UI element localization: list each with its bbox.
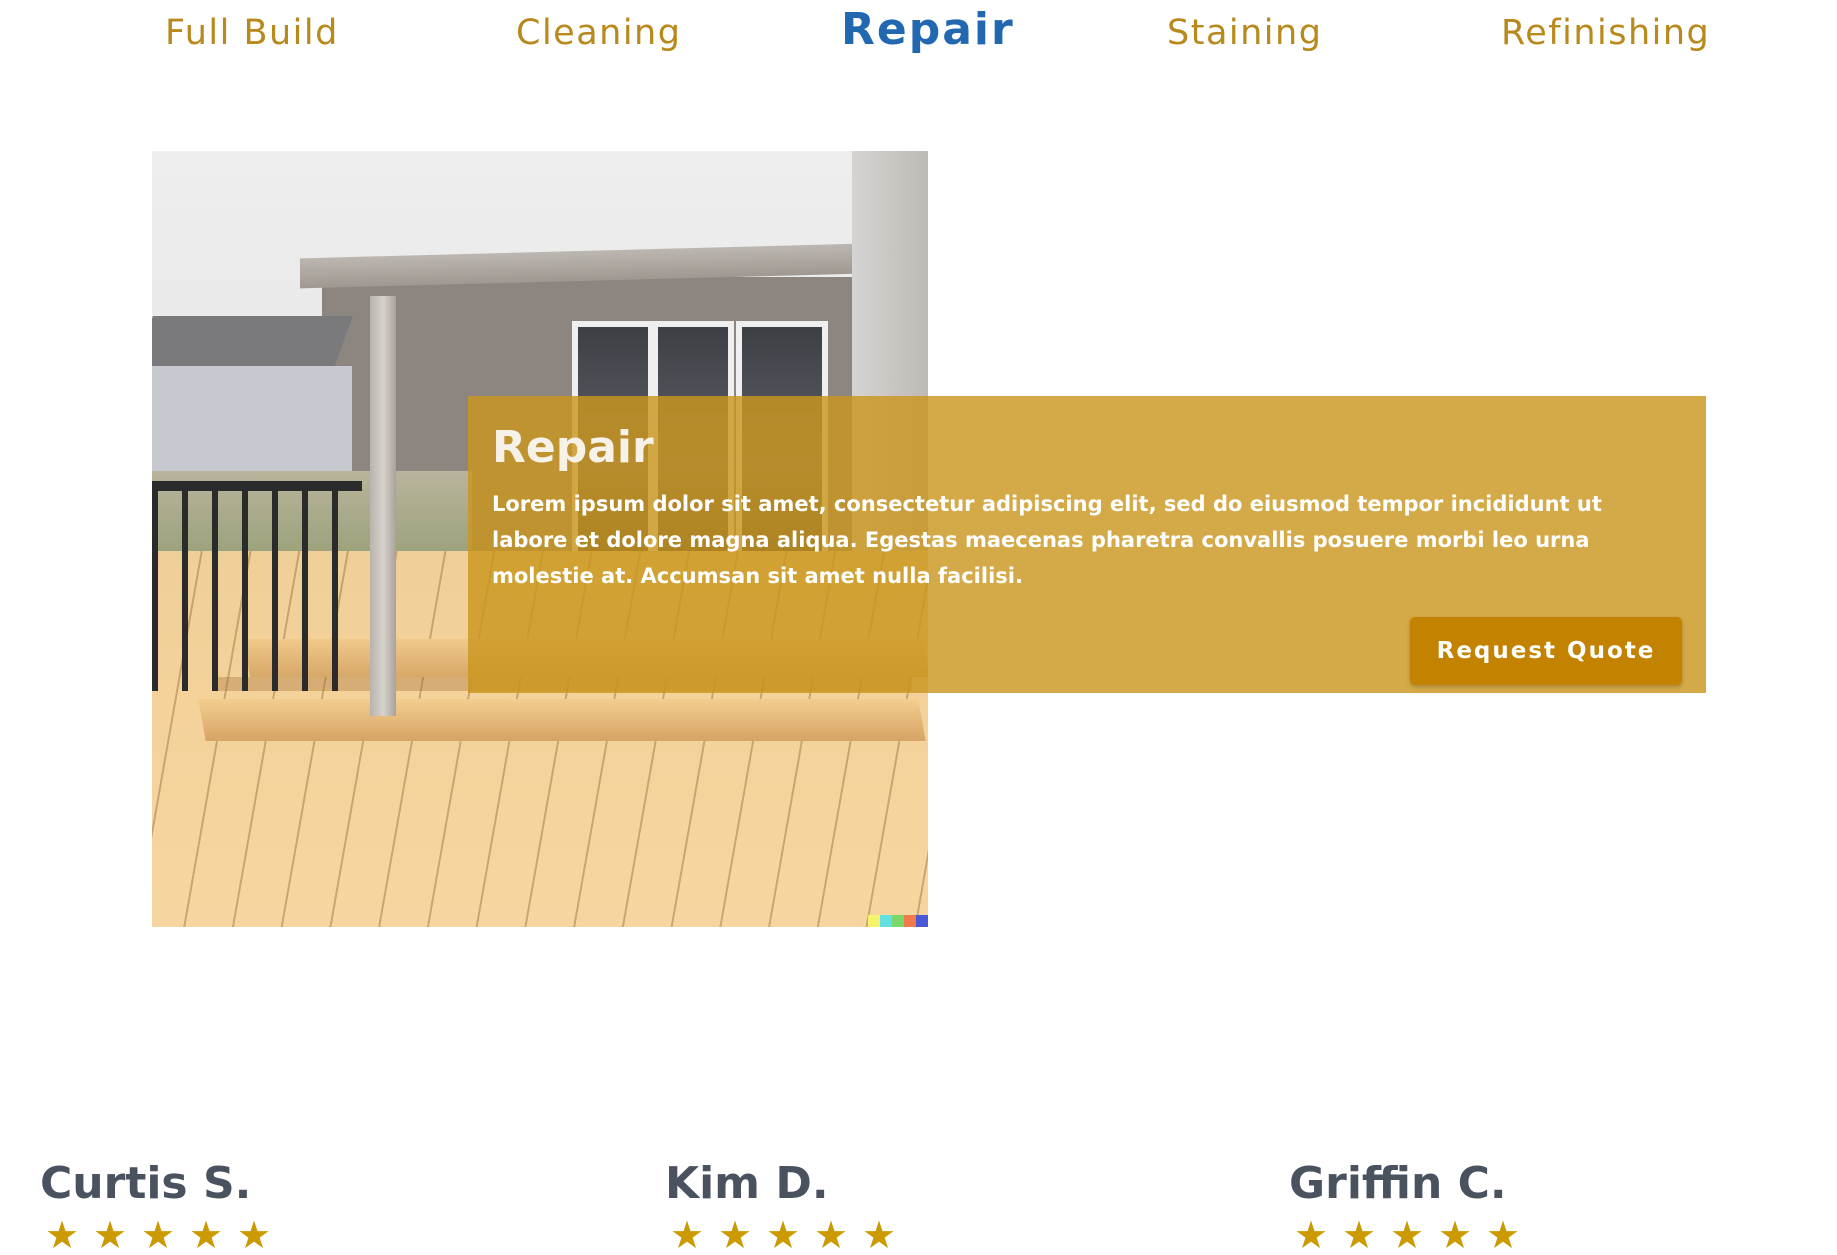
- tab-cleaning[interactable]: Cleaning: [516, 10, 681, 56]
- reviewer-name: Griffin C.: [1289, 1158, 1507, 1209]
- star-icon: ★: [861, 1215, 897, 1255]
- photo-neighbor-house: [152, 366, 352, 486]
- star-icon: ★: [236, 1215, 272, 1255]
- feature-title: Repair: [492, 422, 654, 473]
- star-icon: ★: [1485, 1215, 1521, 1255]
- tab-staining[interactable]: Staining: [1167, 10, 1322, 56]
- star-icon: ★: [717, 1215, 753, 1255]
- star-rating: ★ ★ ★ ★ ★: [665, 1215, 905, 1255]
- star-icon: ★: [1389, 1215, 1425, 1255]
- service-feature-card: Repair Lorem ipsum dolor sit amet, conse…: [468, 396, 1706, 693]
- review-card: Griffin C. ★ ★ ★ ★ ★: [1289, 1155, 1529, 1255]
- request-quote-button[interactable]: Request Quote: [1410, 617, 1682, 685]
- star-icon: ★: [1293, 1215, 1329, 1255]
- feature-description: Lorem ipsum dolor sit amet, consectetur …: [492, 492, 1602, 588]
- photo-railing: [152, 481, 362, 691]
- star-icon: ★: [140, 1215, 176, 1255]
- reviewer-name: Curtis S.: [40, 1158, 252, 1209]
- tab-full-build[interactable]: Full Build: [165, 10, 339, 56]
- service-tabs: Full Build Cleaning Repair Staining Refi…: [0, 0, 1837, 70]
- star-icon: ★: [765, 1215, 801, 1255]
- star-rating: ★ ★ ★ ★ ★: [1289, 1215, 1529, 1255]
- star-icon: ★: [188, 1215, 224, 1255]
- tab-refinishing[interactable]: Refinishing: [1501, 10, 1710, 56]
- star-icon: ★: [1341, 1215, 1377, 1255]
- review-card: Curtis S. ★ ★ ★ ★ ★: [40, 1155, 280, 1255]
- reviewer-name: Kim D.: [665, 1158, 829, 1209]
- photo-porch-post: [370, 296, 396, 716]
- tab-repair[interactable]: Repair: [841, 7, 1015, 53]
- star-icon: ★: [1437, 1215, 1473, 1255]
- star-icon: ★: [92, 1215, 128, 1255]
- star-icon: ★: [813, 1215, 849, 1255]
- photo-watermark: [868, 915, 928, 927]
- review-card: Kim D. ★ ★ ★ ★ ★: [665, 1155, 905, 1255]
- star-rating: ★ ★ ★ ★ ★: [40, 1215, 280, 1255]
- star-icon: ★: [669, 1215, 705, 1255]
- star-icon: ★: [44, 1215, 80, 1255]
- photo-deck-step: [198, 699, 926, 741]
